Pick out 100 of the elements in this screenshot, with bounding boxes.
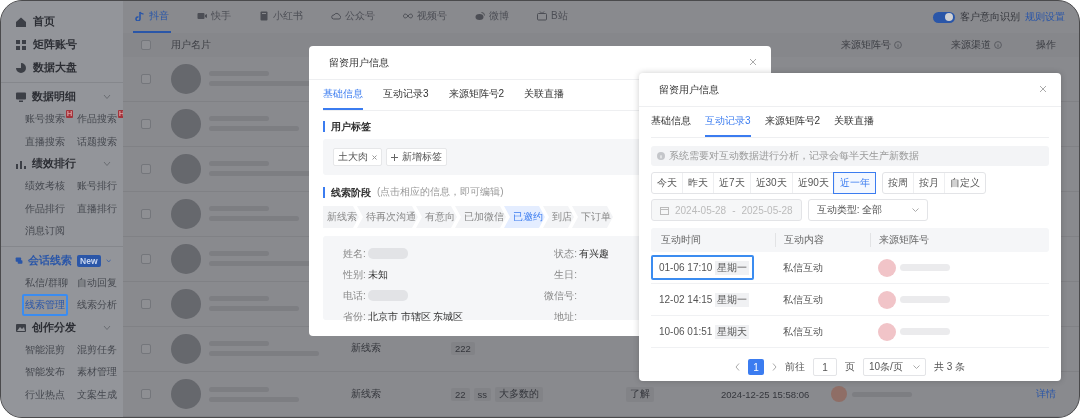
date-range-field[interactable]: 2024-05-28 - 2025-05-28	[651, 199, 802, 221]
nav-subitem[interactable]: 作品搜索	[74, 108, 120, 131]
nav-subitem[interactable]: 私信/群聊	[22, 271, 71, 294]
cloud-icon	[331, 11, 341, 22]
nav-subitem[interactable]: 直播排行	[74, 197, 120, 220]
photo-placeholder	[171, 198, 201, 229]
select-all-checkbox[interactable]	[141, 40, 151, 50]
photo-placeholder	[831, 386, 847, 402]
row-checkbox[interactable]	[141, 118, 151, 129]
page-number[interactable]: 1	[748, 359, 764, 375]
row-checkbox[interactable]	[141, 343, 151, 354]
nav-group[interactable]: 数据明细	[1, 86, 123, 108]
dialog-tab[interactable]: 基础信息	[323, 80, 363, 110]
nav-subitem[interactable]: 话题搜索	[74, 130, 120, 153]
time-cell[interactable]: 10-06 01:51 星期天	[651, 319, 755, 344]
nav-subitem[interactable]: 线索分析	[74, 294, 120, 317]
chevron-down-icon	[103, 94, 111, 100]
page-size-dropdown[interactable]: 10条/页	[863, 358, 926, 376]
info-icon	[994, 41, 1002, 49]
time-cell[interactable]: 01-06 17:10 星期一	[651, 255, 755, 280]
grid-icon	[15, 38, 27, 51]
nav-subitem[interactable]: 线索管理	[22, 294, 68, 317]
photo-placeholder	[878, 258, 896, 277]
nav-group[interactable]: 绩效排行	[1, 153, 123, 175]
nav-subitem[interactable]: 绩效考核	[22, 175, 68, 198]
row-checkbox[interactable]	[141, 298, 151, 309]
photo-placeholder	[878, 290, 896, 309]
nav-subitem[interactable]: 账号搜索	[22, 108, 68, 131]
next-page-button[interactable]	[772, 361, 777, 373]
interaction-time: 2024-12-25 15:58:06	[721, 388, 810, 400]
stage-step[interactable]: 新线索	[323, 206, 359, 228]
add-tag-button[interactable]: 新增标签	[386, 148, 447, 166]
nav-subitem[interactable]: 智能混剪	[22, 338, 68, 361]
field-label: 省份:	[343, 309, 366, 324]
dialog-tab[interactable]: 来源矩阵号2	[764, 107, 821, 137]
nav-item[interactable]: 矩阵账号	[1, 33, 123, 56]
bar-chart-icon	[15, 158, 27, 170]
lead-stage: 新线索	[351, 387, 381, 401]
rules-link[interactable]: 规则设置	[1025, 10, 1065, 24]
chevron-right-icon	[772, 362, 777, 371]
pie-chart-icon	[15, 61, 27, 74]
stage-step[interactable]: 有意向	[416, 206, 457, 228]
range-button[interactable]: 昨天	[682, 173, 713, 193]
period-button[interactable]: 自定义	[943, 173, 985, 193]
toggle-switch[interactable]	[933, 11, 955, 23]
column-header: 来源矩阵号	[841, 38, 891, 52]
period-button[interactable]: 按周	[882, 173, 913, 193]
nav-subitem[interactable]: 直播搜索	[22, 130, 68, 153]
nav-subitem[interactable]: 作品排行	[22, 197, 68, 220]
dialog-tab[interactable]: 来源矩阵号2	[448, 80, 505, 110]
field-label: 微信号:	[543, 288, 577, 303]
monitor-icon	[15, 91, 27, 103]
close-button[interactable]	[1039, 84, 1047, 95]
nav-group[interactable]: 创作分发	[1, 316, 123, 339]
nav-subitem[interactable]: 账号排行	[74, 175, 120, 198]
interaction-content: 私信互动	[782, 324, 824, 339]
nav-subitem[interactable]: 混剪任务	[74, 338, 120, 361]
row-checkbox[interactable]	[141, 389, 151, 399]
dialog-tab[interactable]: 关联直播	[524, 80, 565, 110]
nav-subitem[interactable]: 文案生成	[74, 383, 120, 406]
close-button[interactable]	[749, 57, 757, 68]
goto-label: 前往	[785, 360, 805, 374]
nav-subitem[interactable]: 智能发布	[22, 361, 68, 384]
stage-step[interactable]: 到店	[543, 206, 574, 228]
range-button[interactable]: 近7天	[713, 173, 750, 193]
range-button[interactable]: 近30天	[749, 173, 792, 193]
nav-item[interactable]: 数据大盘	[1, 56, 123, 79]
time-cell[interactable]: 12-02 14:15 星期一	[651, 287, 755, 312]
stage-step[interactable]: 下订单	[572, 206, 613, 228]
row-checkbox[interactable]	[141, 163, 151, 174]
intent-tag: 了解	[626, 386, 654, 402]
nav-subitem[interactable]: 行业热点	[22, 383, 68, 406]
dialog-tab[interactable]: 互动记录3	[383, 80, 429, 110]
nav-group[interactable]: 会话线索 New	[1, 249, 123, 272]
dialog-title: 留资用户信息	[329, 55, 389, 70]
details-link[interactable]: 详情	[1036, 387, 1056, 401]
nav-item[interactable]: 首页	[1, 10, 123, 33]
field-label: 状态:	[553, 246, 577, 261]
dialog-tab[interactable]: 互动记录3	[705, 107, 751, 137]
close-icon	[749, 58, 757, 66]
chevron-down-icon	[105, 257, 111, 264]
prev-page-button[interactable]	[735, 361, 740, 373]
row-checkbox[interactable]	[141, 73, 151, 84]
nav-subitem[interactable]: 素材管理	[74, 361, 120, 384]
stage-step[interactable]: 待再次沟通	[357, 206, 418, 228]
dialog-tab[interactable]: 关联直播	[834, 107, 875, 137]
row-checkbox[interactable]	[141, 208, 151, 219]
period-button[interactable]: 按月	[912, 173, 944, 193]
row-checkbox[interactable]	[141, 253, 151, 264]
stage-step[interactable]: 已加微信	[455, 206, 506, 228]
type-dropdown[interactable]: 互动类型: 全部	[807, 199, 929, 221]
dialog-tab[interactable]: 基础信息	[651, 107, 691, 137]
page-input[interactable]: 1	[813, 358, 837, 376]
nav-subitem[interactable]: 自动回复	[74, 271, 120, 294]
range-button[interactable]: 今天	[652, 173, 682, 193]
nav-subitem[interactable]: 消息订阅	[22, 220, 68, 243]
photo-placeholder	[171, 108, 201, 139]
stage-step[interactable]: 已邀约	[504, 206, 545, 228]
tag: 22	[451, 387, 470, 401]
range-button[interactable]: 近一年	[833, 173, 875, 193]
